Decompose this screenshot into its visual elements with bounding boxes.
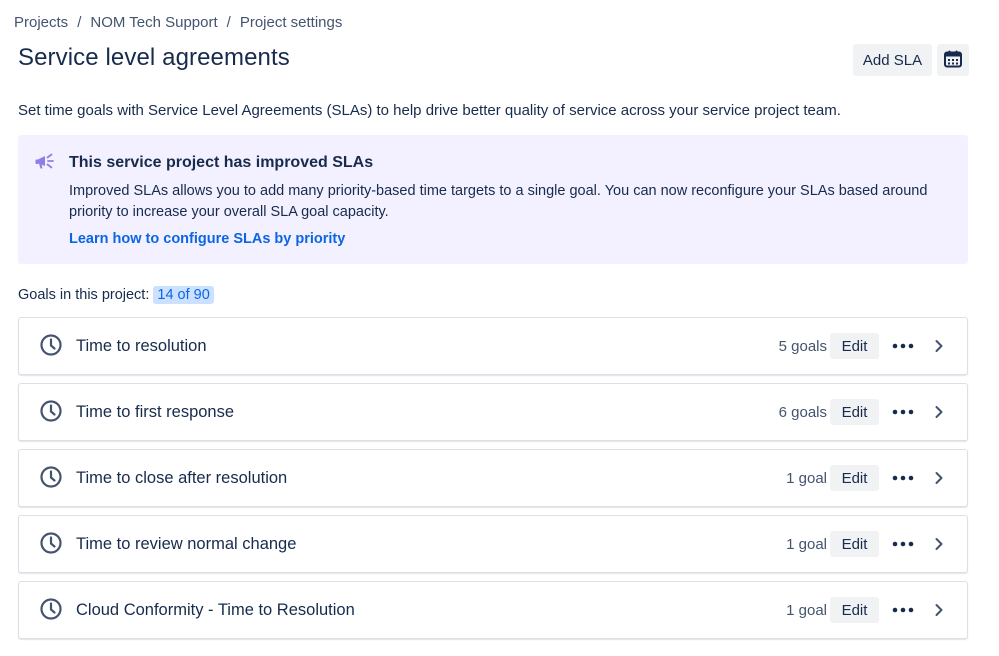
breadcrumb-separator: / [226,14,231,31]
clock-icon [39,597,63,626]
sla-goal-count: 5 goals [778,337,827,355]
edit-button[interactable]: Edit [830,597,879,623]
sla-goal-count: 1 goal [786,469,827,487]
edit-button[interactable]: Edit [830,399,879,425]
page-title: Service level agreements [18,44,290,71]
sla-actions: 5 goals Edit [779,331,951,361]
chevron-right-icon[interactable] [927,471,951,485]
edit-button[interactable]: Edit [830,465,879,491]
chevron-right-icon[interactable] [927,405,951,419]
sla-row[interactable]: Cloud Conformity - Time to Resolution 1 … [18,581,968,639]
more-actions-icon[interactable] [879,541,927,547]
breadcrumb-projects[interactable]: Projects [14,14,68,31]
sla-actions: 1 goal Edit [786,463,951,493]
megaphone-icon [34,151,56,178]
sla-goal-count: 1 goal [786,601,827,619]
more-actions-icon[interactable] [879,607,927,613]
clock-icon [39,531,63,560]
chevron-right-icon[interactable] [927,339,951,353]
goals-count-badge: 14 of 90 [153,286,214,304]
sla-name: Time to review normal change [76,535,297,553]
sla-actions: 1 goal Edit [786,595,951,625]
sla-row[interactable]: Time to resolution 5 goals Edit [18,317,968,375]
calendar-button[interactable] [937,44,969,76]
configure-slas-link[interactable]: Learn how to configure SLAs by priority [69,231,345,247]
sla-name: Time to resolution [76,337,207,355]
clock-icon [39,333,63,362]
clock-icon [39,399,63,428]
edit-button[interactable]: Edit [830,531,879,557]
banner-body: Improved SLAs allows you to add many pri… [69,183,928,220]
goals-label: Goals in this project: [18,287,150,303]
more-actions-icon[interactable] [879,475,927,481]
clock-icon [39,465,63,494]
edit-button[interactable]: Edit [830,333,879,359]
sla-goal-count: 1 goal [786,535,827,553]
sla-actions: 6 goals Edit [779,397,951,427]
more-actions-icon[interactable] [879,409,927,415]
breadcrumb: Projects / NOM Tech Support / Project se… [14,14,342,31]
goals-summary: Goals in this project: 14 of 90 [18,286,214,304]
sla-row[interactable]: Time to first response 6 goals Edit [18,383,968,441]
sla-row[interactable]: Time to review normal change 1 goal Edit [18,515,968,573]
page-description: Set time goals with Service Level Agreem… [18,102,841,119]
sla-name: Time to first response [76,403,235,421]
breadcrumb-project[interactable]: NOM Tech Support [90,14,217,31]
sla-goal-count: 6 goals [778,403,827,421]
sla-actions: 1 goal Edit [786,529,951,559]
sla-name: Cloud Conformity - Time to Resolution [76,601,355,619]
improved-slas-banner: This service project has improved SLAs I… [18,135,968,264]
more-actions-icon[interactable] [879,343,927,349]
chevron-right-icon[interactable] [927,603,951,617]
sla-row[interactable]: Time to close after resolution 1 goal Ed… [18,449,968,507]
chevron-right-icon[interactable] [927,537,951,551]
sla-name: Time to close after resolution [76,469,288,487]
calendar-icon [943,49,963,72]
breadcrumb-project-settings[interactable]: Project settings [240,14,343,31]
banner-title: This service project has improved SLAs [69,154,374,171]
add-sla-button[interactable]: Add SLA [853,44,932,76]
breadcrumb-separator: / [77,14,82,31]
